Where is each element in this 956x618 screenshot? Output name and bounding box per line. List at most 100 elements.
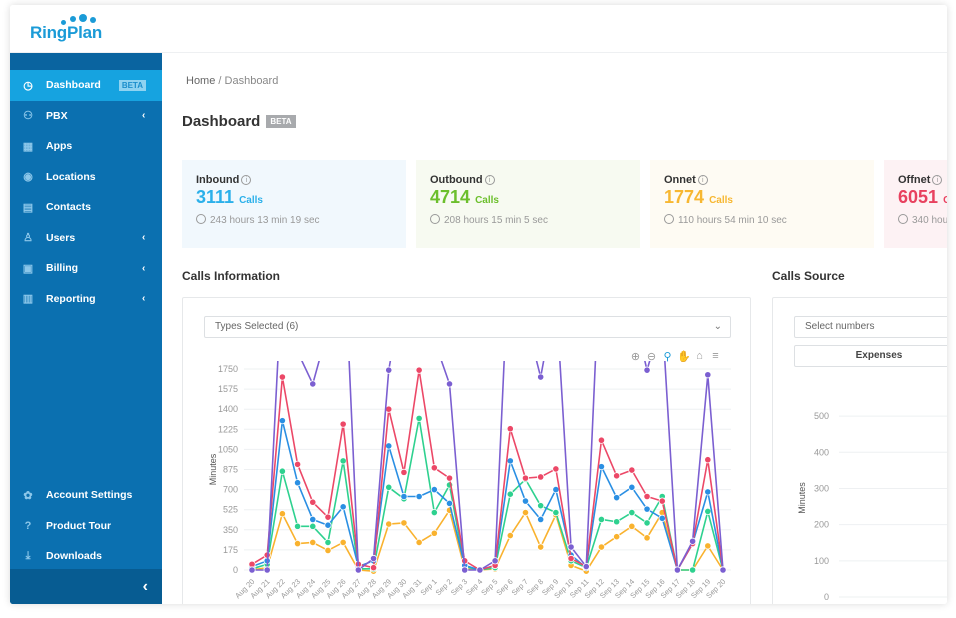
- data-point: [278, 510, 286, 518]
- data-point: [506, 425, 514, 433]
- stat-duration: 340 hours: [912, 215, 947, 226]
- page-title: Dashboard BETA: [182, 113, 296, 130]
- stat-card-offnet: Offneti 6051 Calls 340 hours: [884, 160, 947, 248]
- calls-source-panel: Select numbers Expenses 0 100 200 300 400 500…: [772, 297, 947, 604]
- data-point: [521, 474, 530, 482]
- sidebar-item-label: Product Tour: [46, 519, 112, 532]
- top-bar: RingPlan: [10, 5, 947, 53]
- download-icon: ⤓: [25, 549, 31, 562]
- data-point: [445, 474, 454, 482]
- logo[interactable]: RingPlan: [30, 23, 102, 43]
- series-line: [251, 509, 724, 572]
- chevron-left-icon: ‹: [142, 578, 148, 595]
- data-point: [643, 366, 651, 374]
- stat-card-outbound: Outbound i 4714 Calls 208 hours 15 min 5 se…: [416, 160, 640, 248]
- y-tick-label: 200: [814, 520, 829, 530]
- data-point: [719, 566, 727, 574]
- main-content: Home / Dashboard Dashboard BETA Inbound i…: [162, 53, 947, 604]
- info-icon[interactable]: i: [932, 175, 943, 185]
- data-point: [339, 538, 347, 547]
- breadcrumb-home[interactable]: Home: [186, 75, 215, 87]
- clock-icon: [898, 214, 908, 224]
- data-point: [339, 457, 347, 465]
- data-point: [537, 373, 545, 381]
- data-point: [658, 514, 666, 522]
- data-point: [643, 519, 651, 527]
- stat-title: Outbound: [430, 174, 483, 186]
- sidebar-item-users[interactable]: ♙ Users ‹: [10, 223, 162, 254]
- data-point: [385, 366, 393, 374]
- data-point: [552, 486, 560, 494]
- sidebar-item-pbx[interactable]: ⚇ PBX ‹: [10, 101, 162, 132]
- data-point: [324, 538, 332, 547]
- sidebar-item-label: Account Settings: [46, 489, 133, 502]
- data-point: [552, 508, 560, 517]
- data-point: [293, 460, 302, 468]
- sidebar-item-product-tour[interactable]: ? Product Tour: [10, 511, 162, 542]
- sidebar-item-reporting[interactable]: ▥ Reporting ‹: [10, 284, 162, 315]
- chevron-left-icon: ‹: [142, 293, 146, 305]
- data-point: [309, 515, 317, 524]
- y-tick-label: 525: [223, 505, 238, 515]
- stat-unit: Calls: [475, 195, 499, 206]
- data-point: [278, 417, 286, 425]
- data-point: [248, 566, 256, 574]
- sidebar-item-label: Downloads: [46, 550, 103, 563]
- data-point: [658, 497, 666, 505]
- stat-title: Offnet: [898, 174, 931, 186]
- y-axis-label: Minutes: [797, 482, 807, 514]
- sidebar-item-apps[interactable]: ▦ Apps: [10, 131, 162, 162]
- billing-icon: ▣: [22, 262, 34, 275]
- pbx-icon: ⚇: [23, 110, 33, 123]
- data-point: [278, 373, 286, 381]
- help-icon: ?: [24, 519, 32, 532]
- data-point: [673, 566, 682, 574]
- sidebar-item-billing[interactable]: ▣ Billing ‹: [10, 253, 162, 284]
- y-tick-label: 175: [223, 545, 238, 555]
- sidebar-item-contacts[interactable]: ▤ Contacts: [10, 192, 162, 223]
- data-point: [430, 529, 438, 537]
- sidebar-collapse-button[interactable]: ‹: [10, 569, 162, 604]
- y-tick-label: 1575: [218, 384, 238, 394]
- data-point: [324, 521, 332, 529]
- data-point: [506, 457, 514, 465]
- data-point: [278, 467, 286, 475]
- sidebar-item-label: Contacts: [46, 201, 91, 214]
- data-point: [385, 520, 393, 528]
- data-point: [491, 557, 499, 565]
- stat-title: Onnet: [664, 174, 696, 186]
- y-tick-label: 1400: [218, 404, 238, 414]
- data-point: [628, 466, 636, 474]
- chevron-left-icon: ‹: [142, 110, 146, 122]
- data-point: [476, 566, 484, 574]
- sidebar-item-dashboard[interactable]: ◷ Dashboard BETA: [10, 70, 162, 101]
- y-tick-label: 1750: [218, 364, 238, 374]
- data-point: [537, 473, 545, 481]
- data-point: [385, 483, 393, 491]
- info-icon[interactable]: i: [484, 175, 495, 185]
- sidebar-item-label: PBX: [46, 109, 68, 122]
- data-point: [704, 488, 712, 496]
- info-icon[interactable]: i: [697, 175, 708, 185]
- data-point: [537, 502, 545, 510]
- data-point: [597, 515, 606, 524]
- data-point: [324, 546, 332, 555]
- chevron-left-icon: ‹: [142, 232, 146, 244]
- data-point: [324, 513, 332, 521]
- data-point: [704, 507, 712, 516]
- gear-icon: ✿: [23, 489, 33, 502]
- data-point: [309, 380, 317, 388]
- info-icon[interactable]: i: [241, 175, 252, 185]
- data-point: [537, 515, 545, 524]
- data-point: [461, 566, 469, 574]
- reporting-icon: ▥: [22, 293, 34, 306]
- calls-source-chart: 0 100 200 300 400 500 Minutes: [797, 411, 947, 602]
- sidebar-item-account-settings[interactable]: ✿ Account Settings: [10, 480, 162, 511]
- sidebar-nav: ◷ Dashboard BETA ⚇ PBX ‹ ▦ Apps ◉ Locations ▤ Conta…: [10, 70, 162, 314]
- y-tick-label: 0: [824, 592, 829, 602]
- sidebar-item-downloads[interactable]: ⤓ Downloads: [10, 541, 162, 572]
- data-point: [369, 554, 378, 563]
- data-point: [643, 492, 651, 501]
- y-tick-label: 300: [814, 483, 829, 493]
- sidebar-item-locations[interactable]: ◉ Locations: [10, 162, 162, 193]
